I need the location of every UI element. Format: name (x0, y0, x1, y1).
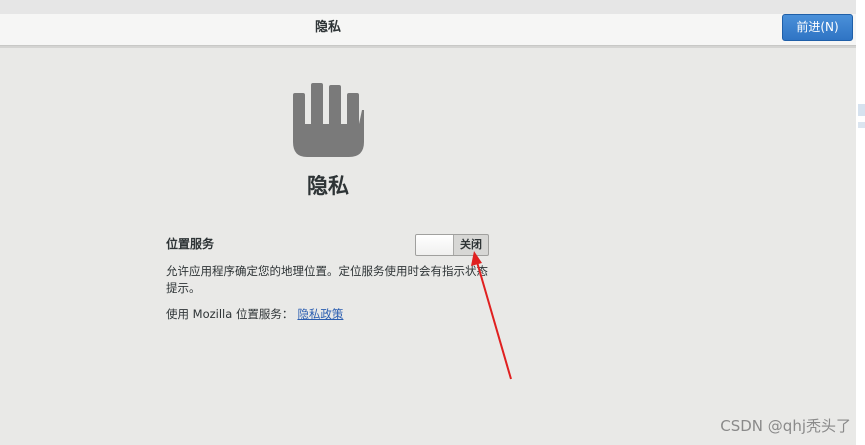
header-title: 隐私 (314, 20, 341, 35)
hand-stop-icon (293, 83, 364, 157)
next-button[interactable]: 前进(N) (782, 14, 853, 41)
privacy-policy-link[interactable]: 隐私政策 (297, 307, 343, 321)
annotation-arrow (471, 251, 512, 380)
toggle-knob[interactable] (416, 235, 454, 255)
header-bar: 隐私 (0, 14, 856, 46)
right-edge-panel (856, 0, 865, 445)
right-edge-mark (858, 104, 865, 116)
location-services-label: 位置服务 (166, 237, 215, 251)
page-title: 隐私 (307, 174, 349, 198)
window-top-strip (0, 0, 865, 14)
mozilla-location-line: 使用 Mozilla 位置服务： 隐私政策 (166, 306, 343, 322)
watermark-text: CSDN @qhj秃头了 (720, 417, 851, 435)
right-edge-mark (858, 122, 865, 128)
location-services-toggle[interactable]: 关闭 (415, 234, 489, 256)
toggle-state-label: 关闭 (460, 238, 482, 251)
location-services-description: 允许应用程序确定您的地理位置。定位服务使用时会有指示状态提示。 (166, 264, 488, 295)
header-divider (0, 46, 856, 48)
mozilla-location-text: 使用 Mozilla 位置服务： (166, 307, 294, 321)
